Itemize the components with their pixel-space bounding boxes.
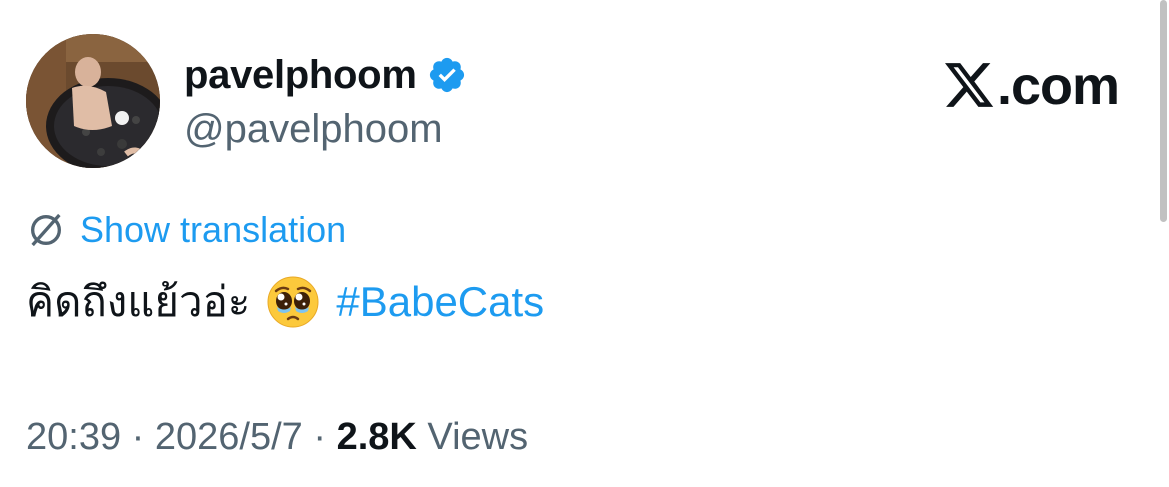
brand-text: .com [996, 56, 1120, 116]
pleading-face-emoji [267, 276, 319, 328]
views-label[interactable]: Views [427, 416, 528, 458]
show-translation-link[interactable]: Show translation [80, 209, 346, 251]
verified-badge-icon [429, 57, 464, 93]
hashtag-link[interactable]: #BabeCats [336, 278, 544, 326]
tweet-text: คิดถึงแย้วอ่ะ #BabeCats [26, 272, 544, 332]
tweet-card: pavelphoom @pavelphoom .com Show transla… [0, 0, 1169, 487]
x-logo-icon [944, 63, 994, 107]
tweet-body: คิดถึงแย้วอ่ะ [26, 278, 251, 325]
tweet-date[interactable]: 2026/5/7 [155, 416, 303, 458]
avatar-photo [26, 34, 160, 168]
views-count[interactable]: 2.8K [337, 416, 417, 458]
meta-separator: · [313, 416, 327, 458]
brand-logo: .com [944, 56, 1120, 116]
translate-icon [31, 213, 61, 247]
tweet-meta: 20:39 · 2026/5/7 · 2.8K Views [26, 414, 528, 460]
avatar[interactable] [26, 34, 160, 168]
tweet-time[interactable]: 20:39 [26, 416, 121, 458]
author-handle[interactable]: @pavelphoom [184, 104, 443, 154]
author-row: pavelphoom [184, 50, 467, 100]
meta-separator: · [131, 416, 145, 458]
scrollbar[interactable] [1160, 0, 1167, 222]
translation-row[interactable]: Show translation [26, 208, 346, 252]
display-name[interactable]: pavelphoom [184, 53, 417, 98]
